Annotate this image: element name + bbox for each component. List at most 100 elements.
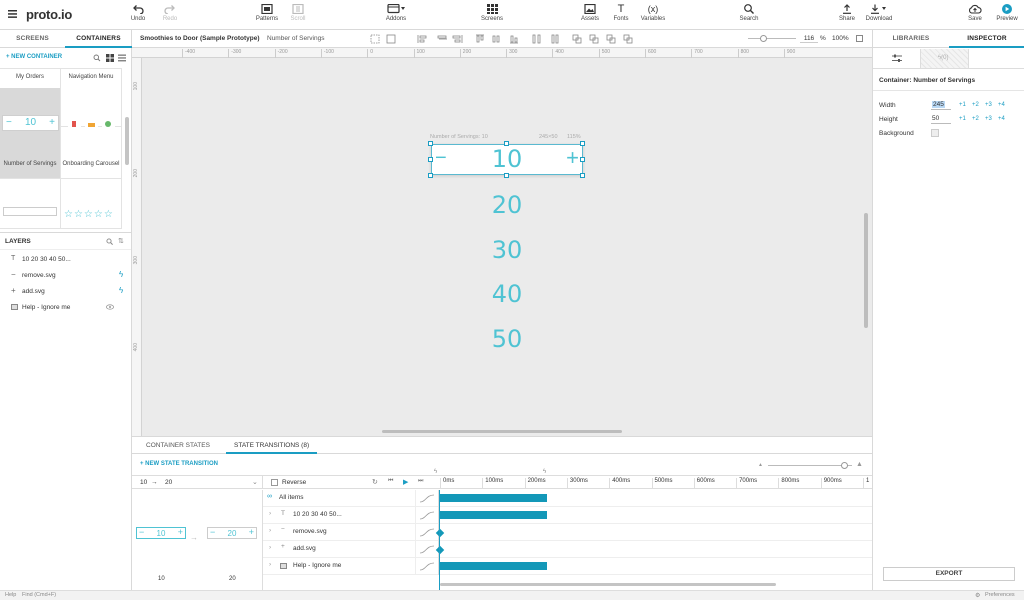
resize-handle[interactable] xyxy=(504,173,509,178)
plus-icon[interactable]: + xyxy=(566,145,579,171)
playhead[interactable] xyxy=(439,490,440,591)
height-increment[interactable]: +1 xyxy=(959,116,966,122)
background-label: Background xyxy=(879,130,914,137)
rectangle-layer-icon xyxy=(280,563,287,569)
tab-inspector[interactable]: INSPECTOR xyxy=(949,30,1024,48)
state-value-20: 20 xyxy=(491,191,523,219)
interactions-subtab[interactable]: ϟ(0) xyxy=(921,49,969,68)
breadcrumb-container[interactable]: Number of Servings xyxy=(267,35,324,42)
container-thumb-number-of-servings[interactable]: − 10 + Number of Servings xyxy=(0,88,61,179)
export-button[interactable]: EXPORT xyxy=(883,567,1015,581)
preview-button[interactable]: Preview xyxy=(987,4,1024,22)
gear-icon[interactable]: ⚙ xyxy=(975,592,980,599)
new-container-button[interactable]: + NEW CONTAINER xyxy=(6,54,62,60)
tab-containers[interactable]: CONTAINERS xyxy=(65,30,132,48)
help-link[interactable]: Help xyxy=(5,592,16,598)
resize-handle[interactable] xyxy=(504,141,509,146)
container-thumb-onboarding-carousel[interactable]: Onboarding Carousel xyxy=(61,88,122,179)
number-of-servings-stepper[interactable]: − 10 + xyxy=(431,144,583,175)
layer-item[interactable]: + add.svg ϟ xyxy=(0,284,131,300)
bottom-panel: CONTAINER STATES STATE TRANSITIONS (8) +… xyxy=(132,436,1003,591)
sort-icon[interactable]: ⇅ xyxy=(118,237,124,245)
zoom-slider-handle[interactable] xyxy=(760,35,767,42)
ruler-tick-label: -400 xyxy=(182,49,195,58)
canvas-area[interactable]: -400 -300 -200 -100 0 100 200 300 400 500 600 700 80… xyxy=(132,48,872,436)
carousel-preview-image xyxy=(67,115,117,131)
resize-handle[interactable] xyxy=(580,173,585,178)
resize-handle[interactable] xyxy=(580,157,585,162)
screens-grid-icon xyxy=(487,4,498,14)
thumb-stepper-preview: − 10 + xyxy=(2,115,59,131)
redo-button[interactable]: Redo xyxy=(150,4,190,22)
screens-button[interactable]: Screens xyxy=(472,4,512,22)
tab-libraries[interactable]: LIBRARIES xyxy=(873,30,949,48)
list-view-icon[interactable] xyxy=(118,54,126,62)
chevron-right-icon: › xyxy=(269,510,272,517)
width-label: Width xyxy=(879,102,896,109)
zoom-100-button[interactable]: 100% xyxy=(832,35,849,42)
search-layers-icon[interactable] xyxy=(106,238,113,245)
background-color-swatch[interactable] xyxy=(931,129,939,137)
canvas-horizontal-scrollbar[interactable] xyxy=(382,430,622,433)
width-increment[interactable]: +2 xyxy=(972,102,979,108)
resize-handle[interactable] xyxy=(580,141,585,146)
timeline-tick-label: 800ms xyxy=(778,478,799,489)
width-input[interactable]: 245 xyxy=(931,101,951,110)
tab-screens[interactable]: SCREENS xyxy=(0,30,65,48)
grid-view-icon[interactable] xyxy=(106,54,114,62)
width-increment[interactable]: +1 xyxy=(959,102,966,108)
play-circle-icon xyxy=(1002,4,1012,14)
transition-bar[interactable] xyxy=(440,511,547,519)
variables-button[interactable]: (x) Variables xyxy=(633,4,673,22)
zoom-slider-track[interactable] xyxy=(748,38,796,39)
thumb-label: My Orders xyxy=(15,74,44,80)
height-increment[interactable]: +4 xyxy=(998,116,1005,122)
width-increment[interactable]: +4 xyxy=(998,102,1005,108)
thumbs-scrollbar[interactable] xyxy=(125,117,129,165)
resize-handle[interactable] xyxy=(428,141,433,146)
zoom-input[interactable]: 116 xyxy=(800,35,818,43)
container-thumb-input[interactable] xyxy=(0,179,61,229)
height-increment[interactable]: +3 xyxy=(985,116,992,122)
link-icon: ∞ xyxy=(267,493,272,500)
hamburger-menu-icon[interactable] xyxy=(8,10,17,18)
width-increment[interactable]: +3 xyxy=(985,102,992,108)
search-button[interactable]: Search xyxy=(729,4,769,22)
canvas-vertical-scrollbar[interactable] xyxy=(864,213,868,328)
transition-preview: − 10 + → − 20 + 10 20 xyxy=(132,490,263,591)
properties-subtab[interactable] xyxy=(873,49,921,68)
height-input[interactable]: 50 xyxy=(931,115,951,124)
preferences-link[interactable]: Preferences xyxy=(985,592,1015,598)
transition-bar[interactable] xyxy=(440,562,547,570)
ruler-tick-label: 500 xyxy=(598,49,610,58)
ruler-tick-label: 200 xyxy=(133,169,139,178)
ruler-tick-label: 100 xyxy=(133,82,139,91)
layer-item[interactable]: Help - Ignore me xyxy=(0,300,131,316)
find-link[interactable]: Find (Cmd+F) xyxy=(22,592,56,598)
height-increment[interactable]: +2 xyxy=(972,116,979,122)
lightning-icon[interactable]: ϟ xyxy=(119,286,123,295)
search-containers-icon[interactable] xyxy=(93,54,101,62)
timeline-tick-label: 400ms xyxy=(609,478,630,489)
resize-handle[interactable] xyxy=(428,173,433,178)
lightning-icon[interactable]: ϟ xyxy=(119,270,123,279)
lightning-icon: ϟ xyxy=(543,469,547,475)
layer-item[interactable]: − remove.svg ϟ xyxy=(0,268,131,284)
stepper-value: 10 xyxy=(491,145,523,173)
star-rating-icon: ☆☆☆☆☆ xyxy=(64,209,114,220)
interactions-icon: ϟ(0) xyxy=(938,55,949,61)
rectangle-layer-icon xyxy=(11,304,18,310)
resize-handle[interactable] xyxy=(428,157,433,162)
addons-button[interactable]: Addons xyxy=(376,4,416,22)
selection-scale: 115% xyxy=(567,134,581,140)
eye-icon[interactable] xyxy=(106,304,114,310)
fit-to-screen-icon[interactable] xyxy=(856,35,863,42)
zoom-unit: % xyxy=(820,35,826,42)
timeline-scrollbar[interactable] xyxy=(440,583,776,586)
project-name[interactable]: Smoothies to Door (Sample Prototype) xyxy=(140,35,260,42)
scroll-button[interactable]: Scroll xyxy=(278,4,318,22)
container-thumb-rating[interactable]: ☆☆☆☆☆ xyxy=(61,179,122,229)
transition-bar[interactable] xyxy=(440,494,547,502)
download-button[interactable]: Download xyxy=(859,4,899,22)
layer-item[interactable]: T 10 20 30 40 50... xyxy=(0,252,131,268)
